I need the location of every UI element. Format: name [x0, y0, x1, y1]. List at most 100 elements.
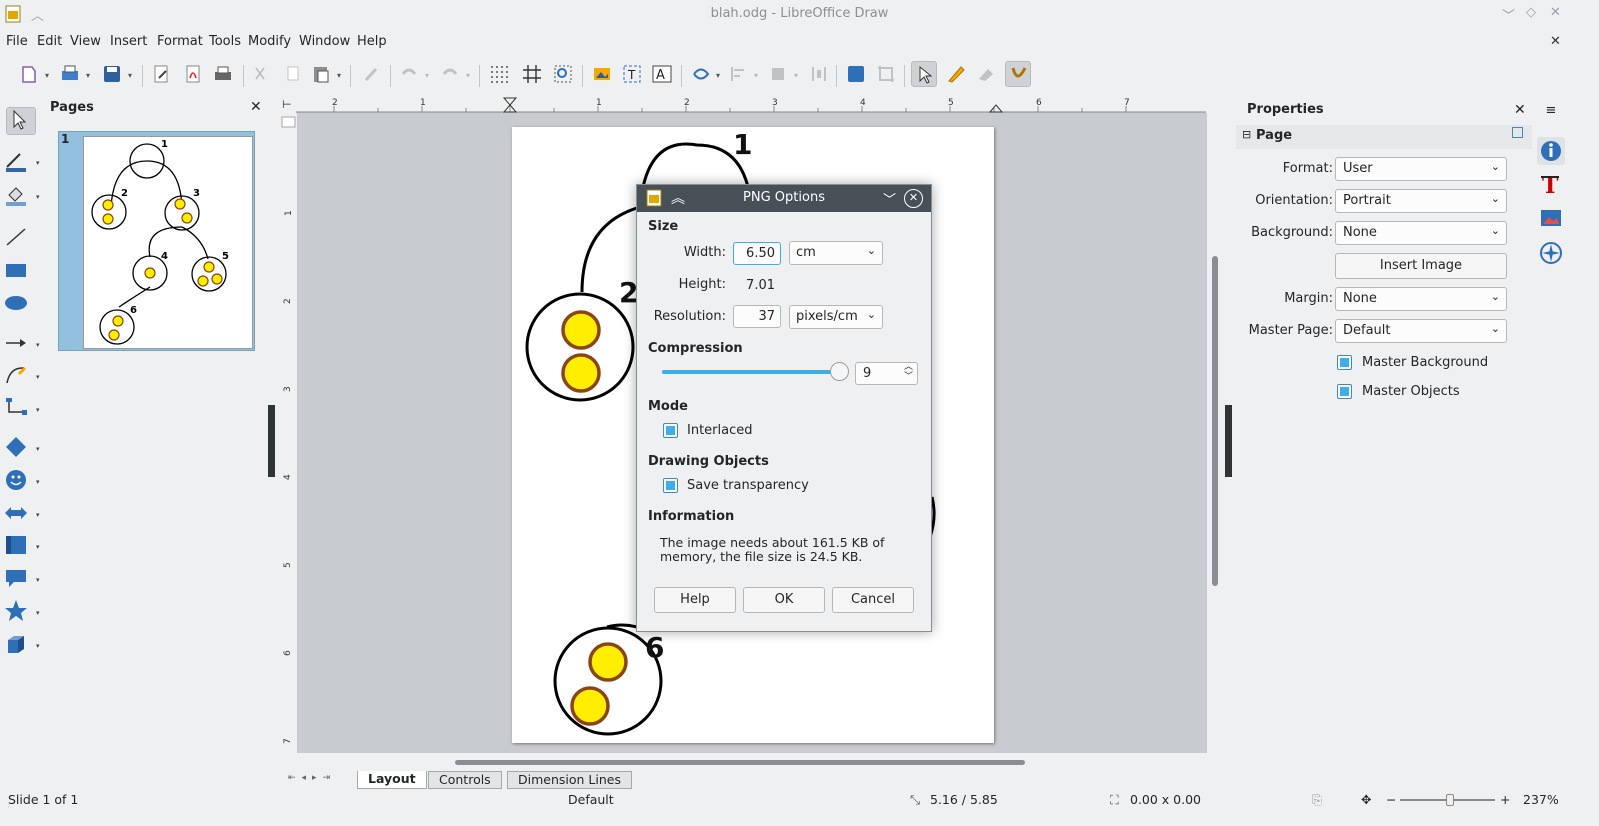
line-tool-icon[interactable]	[4, 225, 42, 253]
flowchart-icon[interactable]: ▾	[4, 533, 42, 561]
menu-window[interactable]: Window	[299, 34, 350, 49]
tab-navigation-icon[interactable]: ⇤◂▸⇥	[288, 773, 336, 783]
print-icon[interactable]	[57, 61, 83, 87]
master-background-checkbox[interactable]	[1337, 355, 1352, 370]
menu-modify[interactable]: Modify	[248, 34, 291, 49]
menu-format[interactable]: Format	[157, 34, 203, 49]
3d-objects-icon[interactable]: ▾	[4, 632, 42, 660]
menu-help[interactable]: Help	[357, 34, 387, 49]
resolution-input[interactable]: 37	[733, 305, 781, 328]
left-panel-splitter[interactable]	[268, 405, 275, 477]
close-window-button[interactable]: ✕	[1550, 5, 1561, 20]
paste-icon[interactable]	[308, 61, 334, 87]
arrow-line-icon[interactable]: ▾	[4, 331, 42, 359]
minimize-dialog-icon[interactable]: ﹀	[883, 189, 896, 208]
insert-image-icon[interactable]	[589, 61, 615, 87]
align-icon[interactable]	[726, 61, 752, 87]
zoom-level[interactable]: 237%	[1523, 792, 1559, 807]
width-input[interactable]: 6.50	[733, 242, 781, 265]
ellipse-tool-icon[interactable]	[4, 291, 42, 319]
basic-shapes-icon[interactable]: ▾	[4, 435, 42, 463]
crop-icon[interactable]	[873, 61, 899, 87]
toggle-extrusion-icon[interactable]	[1005, 61, 1031, 87]
tab-dimension-lines[interactable]: Dimension Lines	[507, 771, 632, 789]
master-objects-checkbox[interactable]	[1337, 384, 1352, 399]
compression-slider-track[interactable]	[662, 370, 839, 374]
clone-formatting-icon[interactable]	[358, 61, 384, 87]
insert-image-button[interactable]: Insert Image	[1335, 253, 1507, 279]
menu-view[interactable]: View	[70, 34, 101, 49]
more-options-icon[interactable]	[1512, 127, 1523, 138]
horizontal-ruler[interactable]: 2 1 1 2 3 4 5 6 7	[296, 96, 1206, 113]
master-page-select[interactable]: Default ⌄	[1335, 319, 1507, 343]
zoom-slider-handle[interactable]	[1446, 794, 1454, 806]
page-section-header[interactable]: ⊟ Page	[1236, 125, 1532, 149]
page-thumbnail[interactable]: 1 1 2 3 4 5 6	[58, 131, 255, 351]
format-select[interactable]: User ⌄	[1335, 157, 1507, 181]
document-modified-icon[interactable]: ⎘	[1312, 792, 1322, 808]
vertical-scroll-thumb[interactable]	[1212, 256, 1218, 586]
minimize-button[interactable]: ﹀	[1502, 5, 1515, 24]
connector-tool-icon[interactable]: ▾	[4, 396, 42, 424]
close-properties-icon[interactable]: ✕	[1514, 102, 1526, 118]
properties-deck-icon[interactable]	[1537, 137, 1565, 165]
styles-deck-icon[interactable]: T	[1537, 171, 1565, 199]
insert-textbox-icon[interactable]: T	[619, 61, 645, 87]
fit-page-icon[interactable]: ✥	[1361, 792, 1371, 807]
line-color-icon[interactable]: ▾	[4, 149, 42, 177]
orientation-select[interactable]: Portrait ⌄	[1335, 189, 1507, 213]
close-dialog-icon[interactable]: ✕	[904, 189, 923, 208]
width-unit-select[interactable]: cm ⌄	[789, 241, 883, 265]
interlaced-checkbox[interactable]	[663, 423, 678, 438]
edit-file-icon[interactable]	[148, 61, 174, 87]
close-document-icon[interactable]: ✕	[1550, 34, 1561, 49]
gallery-deck-icon[interactable]	[1537, 205, 1565, 233]
rectangle-tool-icon[interactable]	[4, 258, 42, 286]
ruler-origin-icon[interactable]: ⊢	[282, 98, 294, 111]
copy-icon[interactable]	[280, 61, 306, 87]
compression-spinbox[interactable]: 9 ︿ ﹀	[855, 362, 918, 385]
spin-arrows-icon[interactable]: ︿ ﹀	[904, 362, 913, 382]
select-arrow-icon[interactable]	[6, 107, 36, 135]
background-select[interactable]: None ⌄	[1335, 221, 1507, 245]
redo-icon[interactable]	[437, 61, 463, 87]
vertical-scrollbar[interactable]	[1209, 96, 1221, 756]
cancel-button[interactable]: Cancel	[832, 587, 914, 613]
navigator-deck-icon[interactable]	[1537, 239, 1565, 267]
help-button[interactable]: Help	[654, 587, 736, 613]
save-icon[interactable]	[99, 61, 125, 87]
fill-color-icon[interactable]: ▾	[4, 183, 42, 211]
zoom-out-button[interactable]: −	[1386, 792, 1396, 807]
vertical-ruler[interactable]: 1 2 3 4 5 6 7	[280, 113, 297, 753]
select-tool-icon[interactable]	[911, 61, 937, 87]
stars-icon[interactable]: ▾	[4, 599, 42, 627]
cut-icon[interactable]	[248, 61, 274, 87]
maximize-button[interactable]: ◇	[1526, 5, 1536, 20]
ok-button[interactable]: OK	[743, 587, 825, 613]
rotate-icon[interactable]	[688, 61, 714, 87]
undo-icon[interactable]	[396, 61, 422, 87]
symbol-shapes-icon[interactable]: ▾	[4, 468, 42, 496]
points-icon[interactable]	[943, 61, 969, 87]
block-arrows-icon[interactable]: ▾	[4, 501, 42, 529]
close-pages-panel-icon[interactable]: ✕	[250, 99, 262, 115]
horizontal-scroll-thumb[interactable]	[455, 760, 1025, 765]
menu-insert[interactable]: Insert	[110, 34, 147, 49]
distribute-icon[interactable]	[806, 61, 832, 87]
helplines-icon[interactable]	[519, 61, 545, 87]
fontwork-icon[interactable]: A	[649, 61, 675, 87]
resolution-unit-select[interactable]: pixels/cm ⌄	[789, 305, 883, 329]
menu-file[interactable]: File	[6, 34, 28, 49]
margin-select[interactable]: None ⌄	[1335, 287, 1507, 311]
horizontal-scrollbar[interactable]	[455, 758, 1200, 766]
tab-layout[interactable]: Layout	[357, 771, 427, 789]
grid-icon[interactable]	[486, 61, 512, 87]
right-panel-splitter[interactable]	[1225, 405, 1232, 477]
shadow-icon[interactable]	[843, 61, 869, 87]
zoom-icon[interactable]	[550, 61, 576, 87]
menu-tools[interactable]: Tools	[209, 34, 241, 49]
sidebar-menu-icon[interactable]: ≡	[1537, 103, 1565, 131]
callouts-icon[interactable]: ▾	[4, 566, 42, 594]
collapse-icon[interactable]: ⊟	[1242, 128, 1251, 141]
compression-slider-handle[interactable]	[830, 362, 849, 381]
